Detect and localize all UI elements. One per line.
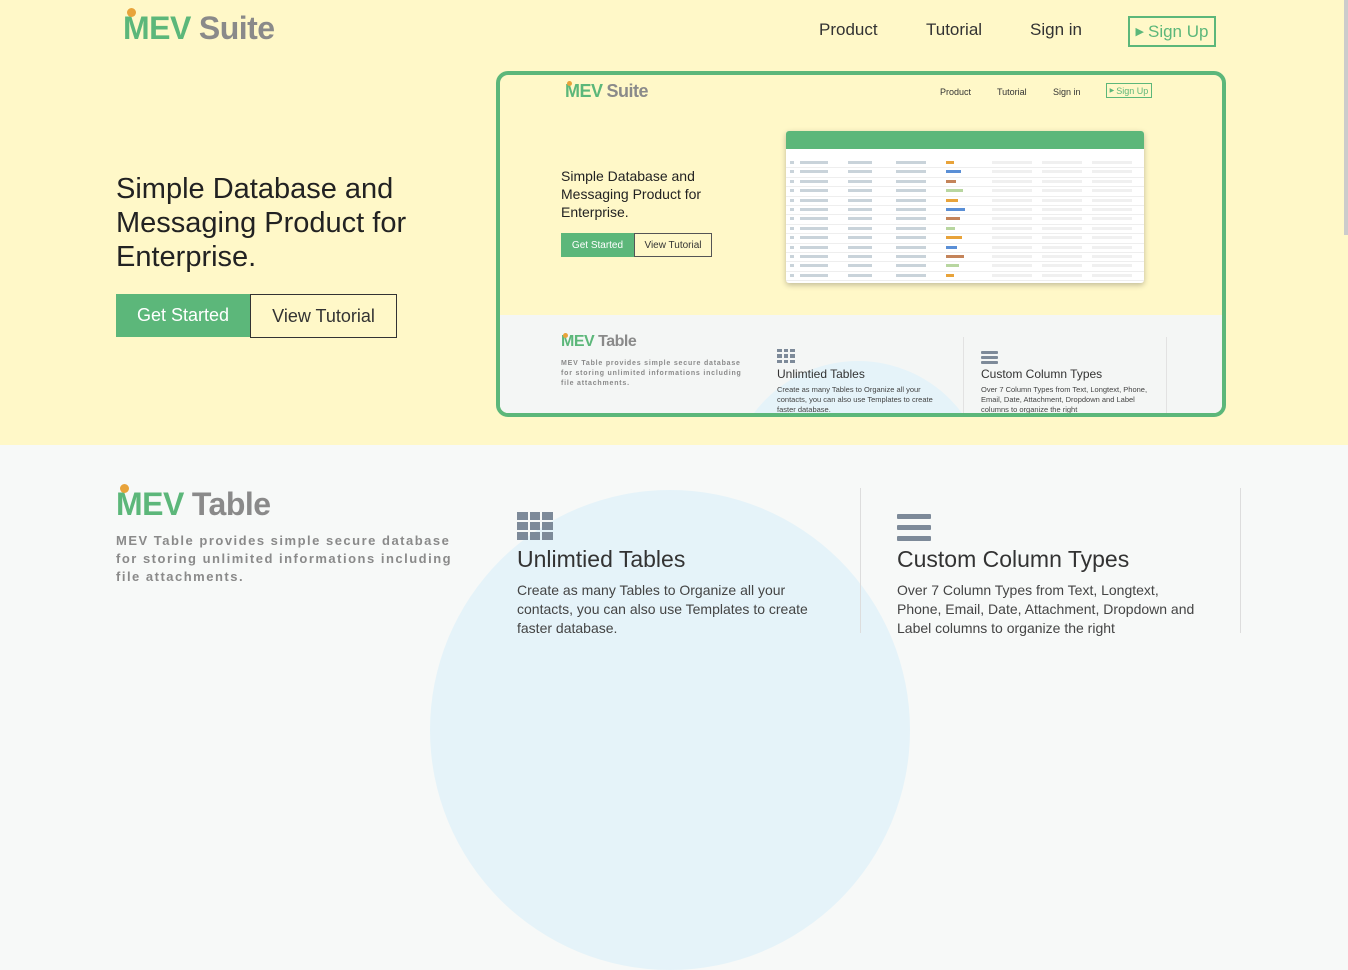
preview-table-row bbox=[786, 187, 1144, 197]
preview-view-tutorial: View Tutorial bbox=[634, 233, 712, 257]
preview-get-started: Get Started bbox=[561, 233, 634, 257]
preview-table-row bbox=[786, 281, 1144, 283]
play-arrow-icon: ▶ bbox=[1135, 26, 1144, 38]
preview-tagline: MEV Table provides simple secure databas… bbox=[561, 360, 742, 387]
preview-table-row bbox=[786, 215, 1144, 225]
page-scrollbar[interactable] bbox=[1344, 0, 1348, 235]
preview-table-row bbox=[786, 197, 1144, 206]
feature-title-custom-columns: Custom Column Types bbox=[897, 546, 1130, 572]
column-lines-icon bbox=[981, 351, 998, 364]
nav-product[interactable]: Product bbox=[819, 20, 878, 40]
preview-feature-2-desc: Over 7 Column Types from Text, Longtext,… bbox=[981, 385, 1148, 414]
nav-signin[interactable]: Sign in bbox=[1030, 20, 1082, 40]
mev-table-tagline: MEV Table provides simple secure databas… bbox=[116, 533, 453, 584]
preview-table-row bbox=[786, 225, 1144, 235]
view-tutorial-button[interactable]: View Tutorial bbox=[250, 294, 397, 338]
signup-button[interactable]: ▶ Sign Up bbox=[1128, 16, 1216, 47]
mev-table-logo: MEV Table bbox=[116, 484, 271, 522]
preview-nav-signin: Sign in bbox=[1053, 87, 1081, 97]
get-started-button[interactable]: Get Started bbox=[116, 294, 250, 337]
preview-signup: ▶ Sign Up bbox=[1106, 83, 1152, 98]
preview-table-row bbox=[786, 244, 1144, 253]
preview-nav-product: Product bbox=[940, 87, 972, 97]
preview-nav-tutorial: Tutorial bbox=[997, 87, 1027, 97]
hero-title: Simple Database and Messaging Product fo… bbox=[116, 173, 407, 273]
play-arrow-icon: ▶ bbox=[1109, 88, 1115, 94]
column-lines-icon bbox=[897, 514, 931, 541]
preview-table-row bbox=[786, 253, 1144, 263]
table-grid-icon bbox=[517, 512, 553, 540]
preview-hero-title: Simple Database and Messaging Product fo… bbox=[561, 168, 702, 220]
logo-dot bbox=[127, 8, 136, 17]
feature-desc-custom-columns: Over 7 Column Types from Text, Longtext,… bbox=[897, 582, 1195, 636]
preview-feature-1-title: Unlimtied Tables bbox=[777, 367, 865, 381]
brand-logo[interactable]: MEV Suite bbox=[123, 8, 275, 47]
preview-table-row bbox=[786, 234, 1144, 244]
preview-feature-2-title: Custom Column Types bbox=[981, 367, 1103, 381]
feature-title-unlimited-tables: Unlimtied Tables bbox=[517, 546, 686, 572]
feature-desc-unlimited-tables: Create as many Tables to Organize all yo… bbox=[517, 582, 808, 636]
preview-table-row bbox=[786, 272, 1144, 282]
nav-tutorial[interactable]: Tutorial bbox=[926, 20, 982, 40]
preview-table-row bbox=[786, 178, 1144, 188]
preview-table-row bbox=[786, 206, 1144, 216]
product-preview: MEV Suite Product Tutorial Sign in ▶ Sig… bbox=[496, 71, 1226, 417]
preview-table-row bbox=[786, 159, 1144, 169]
preview-table-screenshot bbox=[786, 131, 1144, 283]
preview-table-row bbox=[786, 262, 1144, 272]
preview-feature-1-desc: Create as many Tables to Organize all yo… bbox=[777, 385, 933, 414]
preview-table-logo: MEV Table bbox=[561, 333, 637, 350]
table-grid-icon bbox=[777, 349, 795, 363]
preview-table-row bbox=[786, 168, 1144, 178]
preview-logo: MEV Suite bbox=[565, 81, 649, 101]
